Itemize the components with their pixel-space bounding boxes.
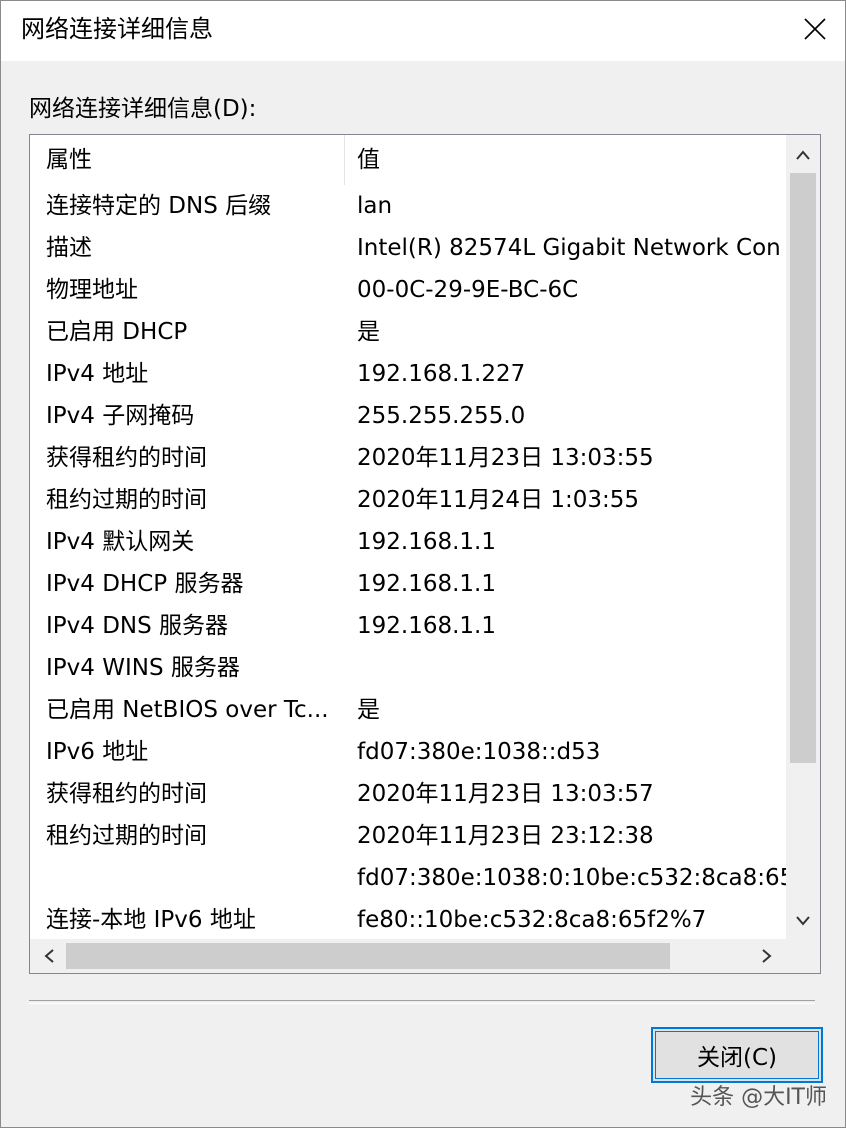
chevron-right-icon bbox=[762, 949, 772, 963]
value-cell: 192.168.1.1 bbox=[357, 529, 496, 555]
property-cell: 租约过期的时间 bbox=[46, 823, 207, 849]
table-row[interactable]: IPv4 WINS 服务器 bbox=[30, 647, 786, 689]
value-cell: 00-0C-29-9E-BC-6C bbox=[357, 277, 579, 303]
property-cell: 描述 bbox=[46, 235, 92, 261]
table-row[interactable]: 租约过期的时间 2020年11月23日 23:12:38 bbox=[30, 815, 786, 857]
table-row[interactable]: 获得租约的时间 2020年11月23日 13:03:55 bbox=[30, 437, 786, 479]
table-row[interactable]: 已启用 DHCP 是 bbox=[30, 311, 786, 353]
value-cell: fe80::10be:c532:8ca8:65f2%7 bbox=[357, 907, 707, 933]
property-cell: 获得租约的时间 bbox=[46, 445, 207, 471]
column-header-property[interactable]: 属性 bbox=[46, 143, 92, 177]
table-row[interactable]: 描述 Intel(R) 82574L Gigabit Network Con bbox=[30, 227, 786, 269]
value-cell: 2020年11月24日 1:03:55 bbox=[357, 487, 640, 513]
property-cell: 连接-本地 IPv6 地址 bbox=[46, 907, 256, 933]
window-title: 网络连接详细信息 bbox=[21, 15, 213, 43]
separator bbox=[29, 1000, 815, 1004]
value-cell: 2020年11月23日 13:03:57 bbox=[357, 781, 654, 807]
horizontal-scroll-thumb[interactable] bbox=[66, 943, 670, 969]
table-row[interactable]: 获得租约的时间 2020年11月23日 13:03:57 bbox=[30, 773, 786, 815]
value-cell: 255.255.255.0 bbox=[357, 403, 526, 429]
value-cell: 192.168.1.1 bbox=[357, 571, 496, 597]
vertical-scroll-thumb[interactable] bbox=[790, 173, 816, 763]
table-row[interactable]: 物理地址 00-0C-29-9E-BC-6C bbox=[30, 269, 786, 311]
close-icon bbox=[804, 18, 826, 40]
column-divider[interactable] bbox=[344, 135, 345, 185]
scrollbar-corner bbox=[786, 939, 820, 973]
property-cell: IPv4 DNS 服务器 bbox=[46, 613, 229, 639]
chevron-down-icon bbox=[796, 916, 810, 926]
table-row[interactable]: IPv6 地址 fd07:380e:1038::d53 bbox=[30, 731, 786, 773]
value-cell: fd07:380e:1038:0:10be:c532:8ca8:65f2 bbox=[357, 865, 786, 891]
value-cell: 2020年11月23日 13:03:55 bbox=[357, 445, 654, 471]
list-rows: 连接特定的 DNS 后缀 lan 描述 Intel(R) 82574L Gigabit… bbox=[30, 185, 786, 939]
scroll-up-button[interactable] bbox=[786, 137, 820, 173]
vertical-scrollbar[interactable] bbox=[786, 135, 820, 939]
watermark: 头条 @大IT师 bbox=[690, 1085, 827, 1110]
property-cell: 连接特定的 DNS 后缀 bbox=[46, 193, 272, 219]
table-row[interactable]: 已启用 NetBIOS over Tc... 是 bbox=[30, 689, 786, 731]
property-cell: IPv4 默认网关 bbox=[46, 529, 195, 555]
table-row[interactable]: 连接特定的 DNS 后缀 lan bbox=[30, 185, 786, 227]
table-row[interactable]: fd07:380e:1038:0:10be:c532:8ca8:65f2 bbox=[30, 857, 786, 899]
table-row[interactable]: 连接-本地 IPv6 地址 fe80::10be:c532:8ca8:65f2%7 bbox=[30, 899, 786, 939]
value-cell: 192.168.1.227 bbox=[357, 361, 526, 387]
table-row[interactable]: 租约过期的时间 2020年11月24日 1:03:55 bbox=[30, 479, 786, 521]
property-cell: IPv4 WINS 服务器 bbox=[46, 655, 240, 681]
property-cell: 已启用 DHCP bbox=[46, 319, 188, 345]
value-cell: Intel(R) 82574L Gigabit Network Con bbox=[357, 235, 781, 261]
table-row[interactable]: IPv4 DHCP 服务器 192.168.1.1 bbox=[30, 563, 786, 605]
details-listview[interactable]: 属性 值 连接特定的 DNS 后缀 lan 描述 Intel(R) 82574L Gi… bbox=[29, 134, 821, 974]
value-cell: lan bbox=[357, 193, 393, 219]
value-cell: 2020年11月23日 23:12:38 bbox=[357, 823, 654, 849]
details-label: 网络连接详细信息(D): bbox=[29, 96, 257, 122]
column-header-value[interactable]: 值 bbox=[357, 143, 380, 177]
list-header: 属性 值 bbox=[30, 135, 786, 185]
horizontal-scrollbar[interactable] bbox=[30, 939, 786, 973]
value-cell: 192.168.1.1 bbox=[357, 613, 496, 639]
close-button[interactable]: 关闭(C) bbox=[651, 1027, 823, 1083]
chevron-left-icon bbox=[44, 949, 54, 963]
property-cell: IPv4 DHCP 服务器 bbox=[46, 571, 244, 597]
scroll-down-button[interactable] bbox=[786, 903, 820, 939]
table-row[interactable]: IPv4 默认网关 192.168.1.1 bbox=[30, 521, 786, 563]
value-cell: fd07:380e:1038::d53 bbox=[357, 739, 601, 765]
value-cell: 是 bbox=[357, 697, 380, 723]
property-cell: IPv4 地址 bbox=[46, 361, 149, 387]
property-cell: IPv6 地址 bbox=[46, 739, 149, 765]
property-cell: IPv4 子网掩码 bbox=[46, 403, 195, 429]
scroll-left-button[interactable] bbox=[32, 939, 66, 973]
close-window-button[interactable] bbox=[793, 7, 837, 51]
title-bar: 网络连接详细信息 bbox=[1, 1, 845, 61]
chevron-up-icon bbox=[796, 150, 810, 160]
property-cell: 租约过期的时间 bbox=[46, 487, 207, 513]
table-row[interactable]: IPv4 DNS 服务器 192.168.1.1 bbox=[30, 605, 786, 647]
network-details-dialog: 网络连接详细信息 网络连接详细信息(D): 属性 值 连接特定的 DNS 后缀 l… bbox=[0, 0, 846, 1128]
listview-content: 属性 值 连接特定的 DNS 后缀 lan 描述 Intel(R) 82574L Gi… bbox=[30, 135, 786, 939]
table-row[interactable]: IPv4 地址 192.168.1.227 bbox=[30, 353, 786, 395]
property-cell: 获得租约的时间 bbox=[46, 781, 207, 807]
scroll-right-button[interactable] bbox=[750, 939, 784, 973]
value-cell: 是 bbox=[357, 319, 380, 345]
property-cell: 已启用 NetBIOS over Tc... bbox=[46, 697, 329, 723]
table-row[interactable]: IPv4 子网掩码 255.255.255.0 bbox=[30, 395, 786, 437]
property-cell: 物理地址 bbox=[46, 277, 138, 303]
